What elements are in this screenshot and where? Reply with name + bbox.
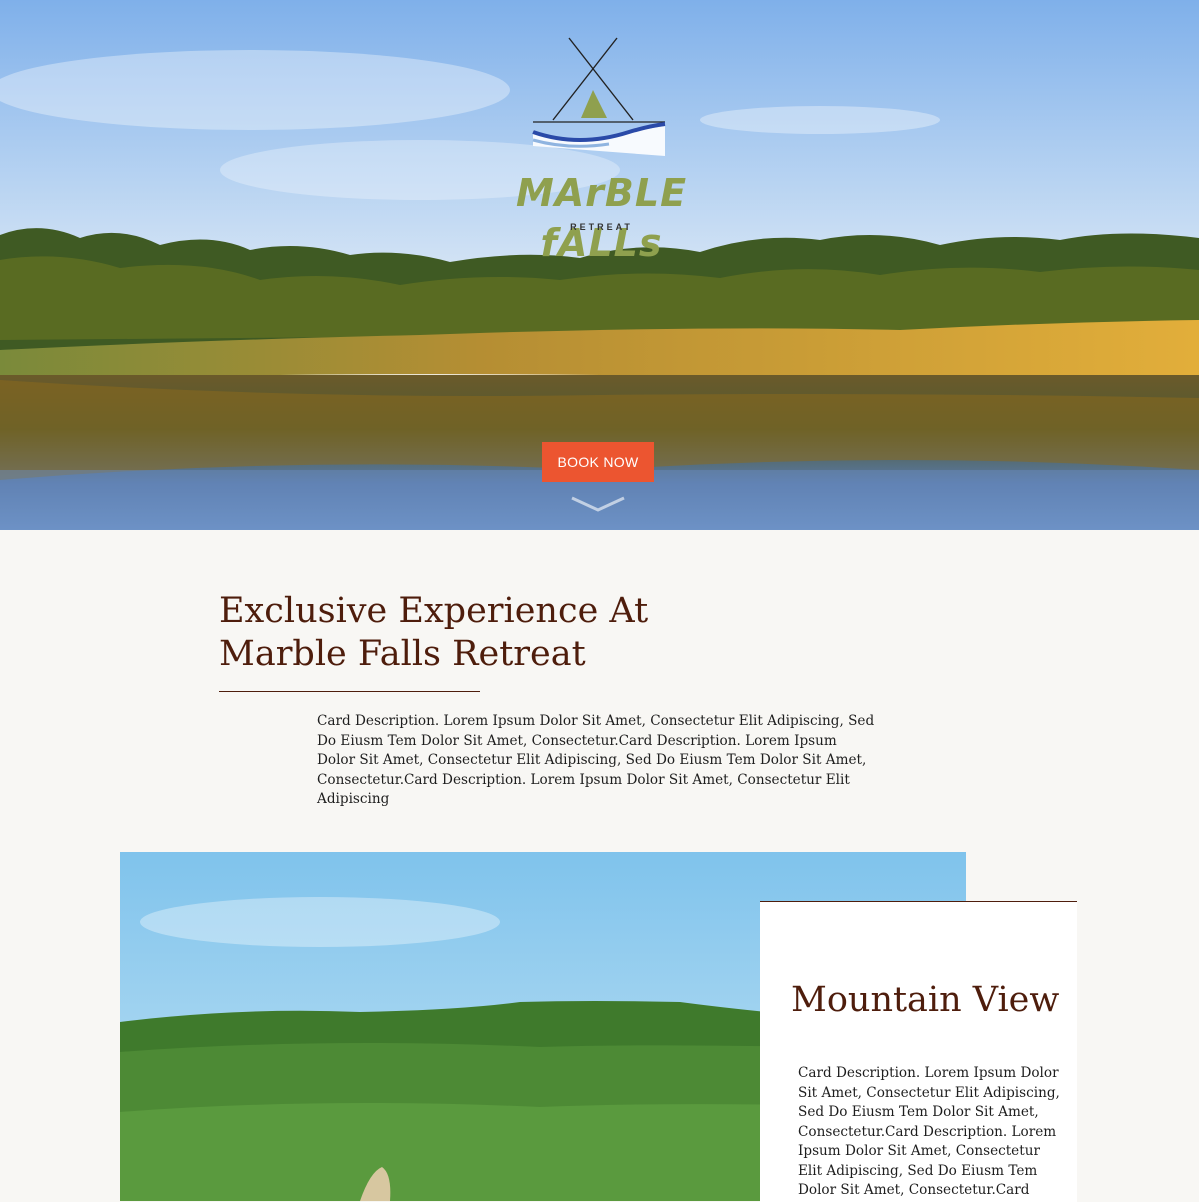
feature-description: Card Description. Lorem Ipsum Dolor Sit … — [798, 1065, 1060, 1198]
chevron-down-icon[interactable] — [570, 494, 626, 514]
hero-banner: MArBLE fALLs RETREAT BOOK NOW — [0, 0, 1199, 530]
intro-title-line1: Exclusive Experience At — [219, 591, 649, 631]
mountain-view-card: Mountain View Card Description. Lorem Ip… — [760, 901, 1077, 1202]
book-now-button[interactable]: BOOK NOW — [542, 442, 654, 482]
brand-name: MArBLE fALLs — [515, 171, 688, 265]
intro-description: Card Description. Lorem Ipsum Dolor Sit … — [317, 713, 875, 807]
intro-divider — [219, 691, 480, 692]
teepee-logo-icon — [532, 37, 666, 156]
feature-title: Mountain View — [791, 980, 1060, 1020]
intro-title-line2: Marble Falls Retreat — [219, 634, 586, 674]
brand-logo[interactable]: MArBLE fALLs RETREAT — [489, 36, 714, 265]
intro-title: Exclusive Experience At Marble Falls Ret… — [219, 590, 739, 676]
brand-tagline: RETREAT — [570, 222, 633, 232]
